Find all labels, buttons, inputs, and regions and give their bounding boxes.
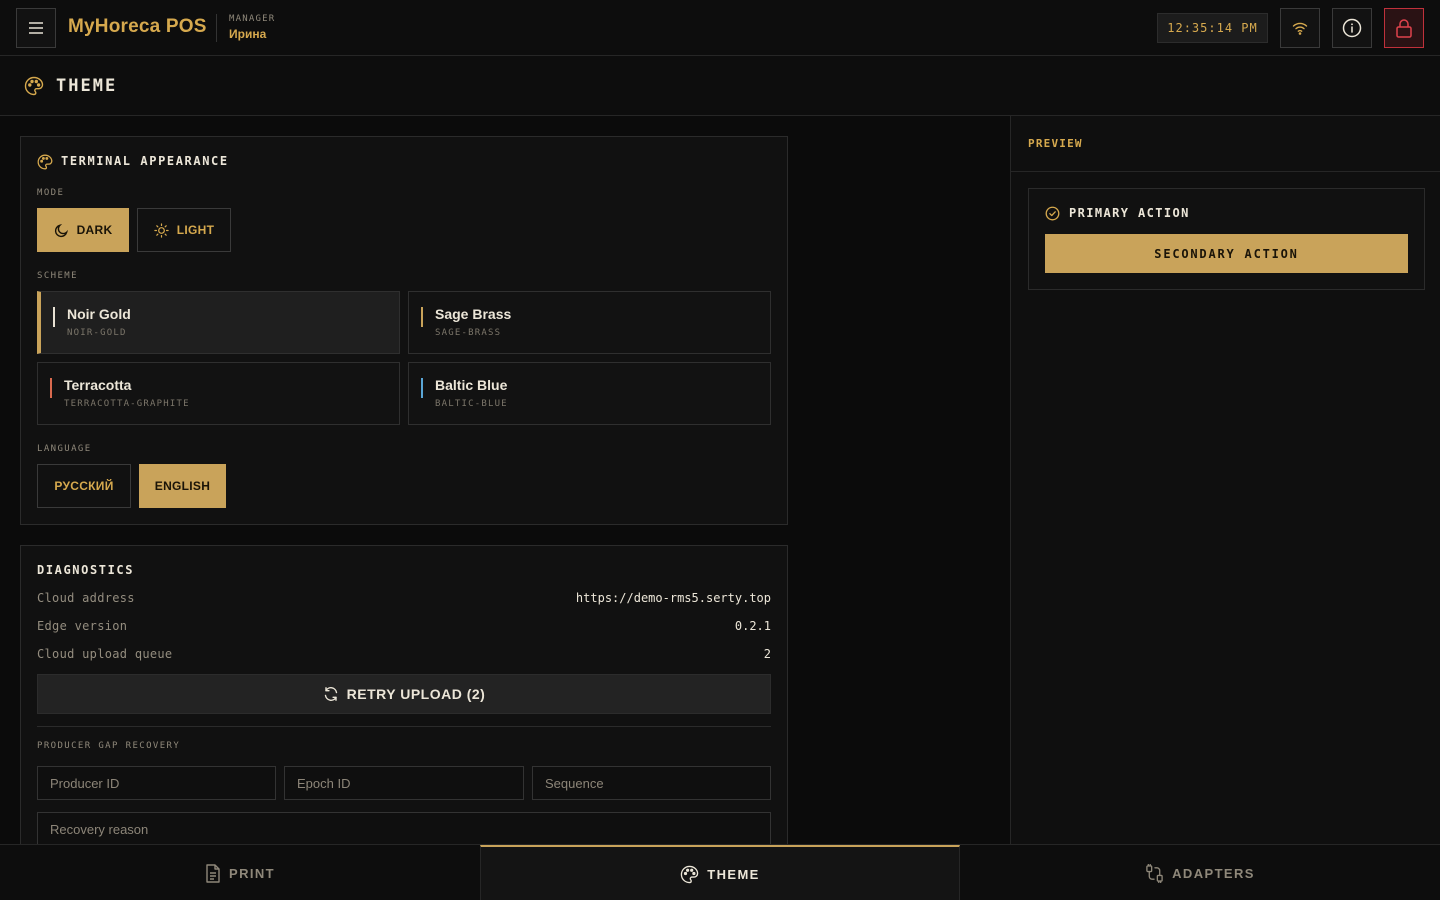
refresh-icon (323, 686, 339, 702)
diag-value: 2 (763, 647, 771, 661)
divider (37, 726, 771, 727)
adapter-icon (1145, 863, 1164, 883)
check-circle-icon (1045, 206, 1060, 221)
diagnostics-title: DIAGNOSTICS (37, 563, 135, 577)
epoch-id-input[interactable] (284, 766, 524, 800)
retry-upload-button[interactable]: RETRY UPLOAD (2) (37, 674, 771, 714)
scheme-id: BALTIC-BLUE (435, 399, 508, 409)
brand-divider (216, 14, 217, 42)
terminal-appearance-card: TERMINAL APPEARANCE MODE DARK LIGHT SCHE… (20, 136, 788, 525)
tab-print-label: PRINT (229, 865, 275, 881)
page-title: THEME (56, 76, 118, 96)
preview-card: PRIMARY ACTION SECONDARY ACTION (1028, 188, 1425, 290)
tab-theme[interactable]: THEME (480, 845, 960, 900)
sun-icon (154, 222, 169, 238)
mode-label: MODE (37, 188, 65, 198)
lock-button[interactable] (1384, 8, 1424, 48)
diagnostics-card: DIAGNOSTICS Cloud address https://demo-r… (20, 545, 788, 865)
mode-dark-label: DARK (76, 223, 113, 237)
palette-icon (37, 154, 53, 170)
language-russian-label: РУССКИЙ (54, 479, 114, 493)
scheme-swatch (421, 378, 423, 398)
diag-key: Cloud upload queue (37, 647, 173, 661)
user-role: MANAGER (229, 14, 276, 24)
sequence-input[interactable] (532, 766, 771, 800)
menu-button[interactable] (16, 8, 56, 48)
appearance-title: TERMINAL APPEARANCE (61, 154, 229, 168)
preview-panel: PREVIEW PRIMARY ACTION SECONDARY ACTION (1010, 116, 1440, 844)
language-english-label: ENGLISH (154, 479, 211, 493)
retry-upload-label: RETRY UPLOAD (2) (346, 686, 486, 702)
secondary-action-button[interactable]: SECONDARY ACTION (1045, 234, 1408, 273)
scheme-name: Baltic Blue (435, 377, 508, 393)
scheme-noir-gold[interactable]: Noir Gold NOIR-GOLD (37, 291, 400, 354)
mode-light-label: LIGHT (176, 223, 215, 237)
tab-print[interactable]: PRINT (0, 845, 480, 900)
menu-icon (28, 21, 44, 35)
diag-row-upload-queue: Cloud upload queue 2 (37, 647, 771, 663)
scheme-label: SCHEME (37, 271, 78, 281)
diag-row-edge-version: Edge version 0.2.1 (37, 619, 771, 635)
user-name: Ирина (229, 27, 267, 41)
primary-action-label[interactable]: PRIMARY ACTION (1069, 206, 1190, 220)
preview-label: PREVIEW (1028, 137, 1083, 150)
scheme-name: Noir Gold (67, 306, 131, 322)
scheme-name: Sage Brass (435, 306, 512, 322)
scheme-sage-brass[interactable]: Sage Brass SAGE-BRASS (408, 291, 771, 354)
clock: 12:35:14 PM (1157, 13, 1268, 43)
info-icon (1342, 18, 1362, 38)
scheme-id: SAGE-BRASS (435, 328, 502, 338)
scheme-id: NOIR-GOLD (67, 328, 127, 338)
palette-icon (680, 865, 699, 884)
diag-value: 0.2.1 (734, 619, 771, 633)
scheme-swatch (53, 307, 55, 327)
wifi-button[interactable] (1280, 8, 1320, 48)
recovery-label: PRODUCER GAP RECOVERY (37, 741, 181, 751)
language-russian-button[interactable]: РУССКИЙ (37, 464, 131, 508)
tab-adapters-label: ADAPTERS (1172, 865, 1255, 881)
brand-title: MyHoreca POS (68, 16, 207, 37)
wifi-icon (1292, 21, 1308, 35)
scheme-terracotta[interactable]: Terracotta TERRACOTTA-GRAPHITE (37, 362, 400, 425)
page-header: THEME (0, 56, 1440, 116)
moon-icon (54, 223, 69, 238)
diag-value: https://demo-rms5.serty.top (575, 591, 771, 605)
scheme-baltic-blue[interactable]: Baltic Blue BALTIC-BLUE (408, 362, 771, 425)
producer-id-input[interactable] (37, 766, 276, 800)
tab-adapters[interactable]: ADAPTERS (960, 845, 1440, 900)
tab-theme-label: THEME (707, 866, 760, 882)
scheme-swatch (50, 378, 52, 398)
diag-row-cloud-address: Cloud address https://demo-rms5.serty.to… (37, 591, 771, 607)
mode-light-button[interactable]: LIGHT (137, 208, 231, 252)
scheme-swatch (421, 307, 423, 327)
palette-icon (24, 76, 44, 96)
info-button[interactable] (1332, 8, 1372, 48)
language-label: LANGUAGE (37, 444, 92, 454)
language-english-button[interactable]: ENGLISH (139, 464, 226, 508)
top-bar: MyHoreca POS MANAGER Ирина 12:35:14 PM (0, 0, 1440, 56)
scheme-name: Terracotta (64, 377, 132, 393)
scheme-id: TERRACOTTA-GRAPHITE (64, 399, 190, 409)
bottom-nav: PRINT THEME ADAPTERS (0, 844, 1440, 900)
diag-key: Cloud address (37, 591, 135, 605)
document-icon (205, 863, 221, 883)
diag-key: Edge version (37, 619, 128, 633)
recovery-reason-input[interactable] (37, 812, 771, 846)
lock-icon (1395, 18, 1413, 38)
preview-header: PREVIEW (1011, 116, 1440, 172)
mode-dark-button[interactable]: DARK (37, 208, 129, 252)
